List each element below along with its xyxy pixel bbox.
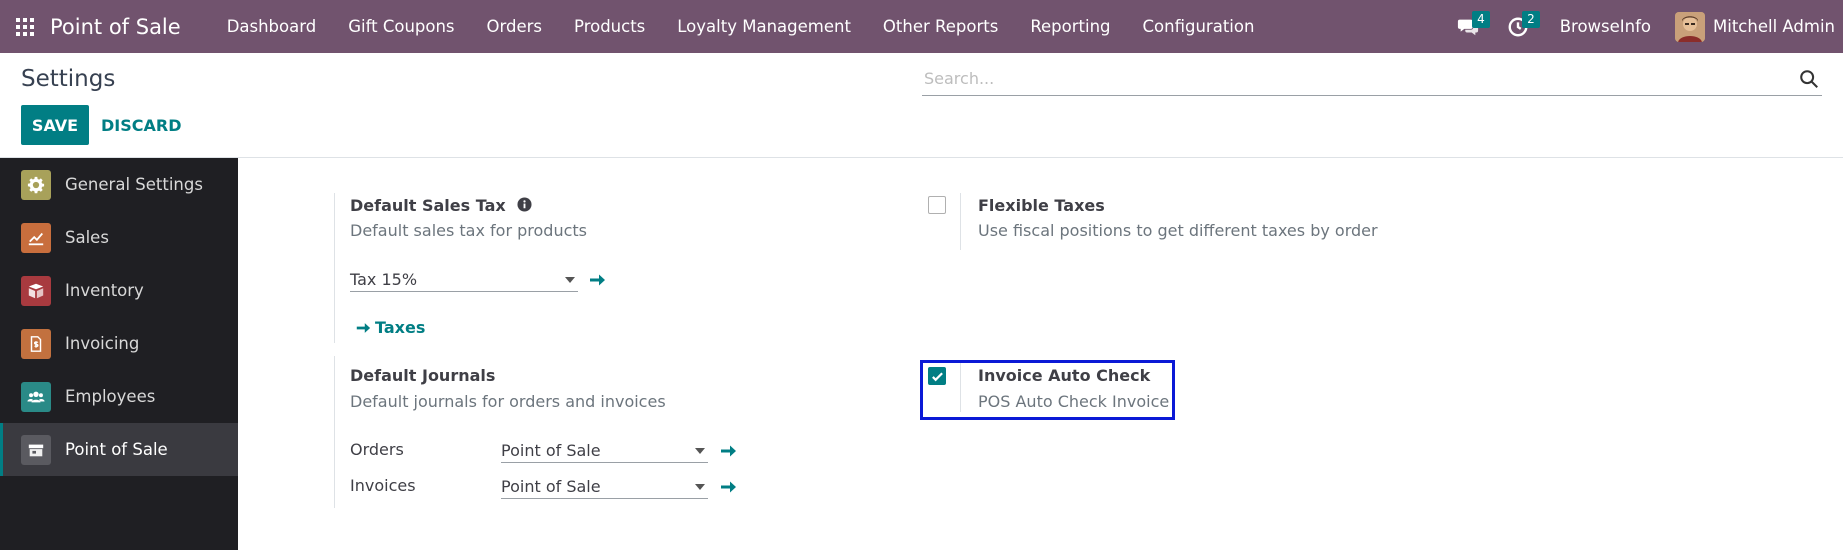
people-icon [21,381,51,412]
taxes-link[interactable]: Taxes [355,318,425,337]
search-input[interactable] [922,69,1798,88]
chevron-down-icon [695,483,705,490]
setting-box-border [334,193,335,343]
flexible-taxes-title: Flexible Taxes [978,196,1105,215]
sidebar-item-point-of-sale[interactable]: Point of Sale [0,423,238,476]
invoice-icon [21,328,51,359]
setting-box-border [334,356,335,508]
sidebar-item-invoicing[interactable]: Invoicing [0,317,238,370]
messages-button[interactable]: 4 [1446,0,1490,53]
main-menu: Dashboard Gift Coupons Orders Products L… [211,0,1271,53]
invoices-journal-label: Invoices [350,476,416,495]
settings-sidebar: General Settings Sales Inventory Invoici… [0,158,238,550]
menu-reporting[interactable]: Reporting [1014,0,1126,53]
arrow-right-icon[interactable] [588,271,606,289]
arrow-right-icon[interactable] [719,478,737,496]
arrow-right-icon [356,322,371,333]
sidebar-item-label: Invoicing [65,334,140,353]
activities-button[interactable]: 2 [1496,0,1540,53]
info-icon[interactable] [517,197,532,212]
chevron-down-icon [565,276,575,283]
chevron-down-icon [695,447,705,454]
sidebar-item-label: Employees [65,387,156,406]
chart-icon [21,222,51,253]
flexible-taxes-checkbox[interactable] [928,196,946,214]
menu-products[interactable]: Products [558,0,661,53]
apps-menu-icon[interactable] [0,0,50,53]
sidebar-item-label: General Settings [65,175,203,194]
invoices-journal-select[interactable]: Point of Sale [501,475,708,499]
default-journals-description: Default journals for orders and invoices [350,392,666,411]
menu-loyalty-management[interactable]: Loyalty Management [661,0,867,53]
default-journals-title: Default Journals [350,366,496,385]
settings-content: Default Sales Tax Default sales tax for … [238,158,1843,550]
sidebar-item-label: Sales [65,228,109,247]
menu-other-reports[interactable]: Other Reports [867,0,1014,53]
orders-journal-label: Orders [350,440,404,459]
menu-configuration[interactable]: Configuration [1127,0,1271,53]
menu-dashboard[interactable]: Dashboard [211,0,333,53]
sidebar-item-sales[interactable]: Sales [0,211,238,264]
invoice-auto-check-checkbox[interactable] [928,367,946,385]
sidebar-item-employees[interactable]: Employees [0,370,238,423]
search-bar [922,62,1822,96]
top-navbar: Point of Sale Dashboard Gift Coupons Ord… [0,0,1843,53]
sidebar-item-general-settings[interactable]: General Settings [0,158,238,211]
save-button[interactable]: SAVE [21,105,89,145]
flexible-taxes-description: Use fiscal positions to get different ta… [978,221,1378,240]
navbar-systray: 4 2 BrowseInfo Mitchell Admin [1446,0,1843,53]
selected-value: Point of Sale [501,441,601,460]
arrow-right-icon[interactable] [719,442,737,460]
company-switcher[interactable]: BrowseInfo [1560,17,1651,36]
sidebar-item-label: Inventory [65,281,144,300]
user-name: Mitchell Admin [1713,17,1835,36]
page-title: Settings [21,66,116,92]
menu-gift-coupons[interactable]: Gift Coupons [332,0,470,53]
sidebar-item-inventory[interactable]: Inventory [0,264,238,317]
setting-box-border [960,193,961,250]
selected-value: Tax 15% [350,270,418,289]
app-title[interactable]: Point of Sale [50,15,181,39]
default-sales-tax-description: Default sales tax for products [350,221,587,240]
messages-count-badge: 4 [1472,11,1490,28]
orders-journal-select[interactable]: Point of Sale [501,439,708,463]
activities-count-badge: 2 [1522,11,1540,28]
sidebar-item-label: Point of Sale [65,440,168,459]
checkmark-icon [931,371,943,381]
search-icon[interactable] [1798,68,1820,90]
menu-orders[interactable]: Orders [471,0,559,53]
box-icon [21,275,51,306]
gear-icon [21,169,51,200]
invoice-auto-check-description: POS Auto Check Invoice [978,392,1170,411]
user-menu[interactable]: Mitchell Admin [1675,11,1835,42]
selected-value: Point of Sale [501,477,601,496]
user-avatar [1675,11,1706,42]
default-sales-tax-select[interactable]: Tax 15% [350,268,578,292]
invoice-auto-check-title: Invoice Auto Check [978,366,1151,385]
default-sales-tax-title: Default Sales Tax [350,196,532,215]
discard-button[interactable]: DISCARD [101,105,181,145]
store-icon [21,434,51,465]
